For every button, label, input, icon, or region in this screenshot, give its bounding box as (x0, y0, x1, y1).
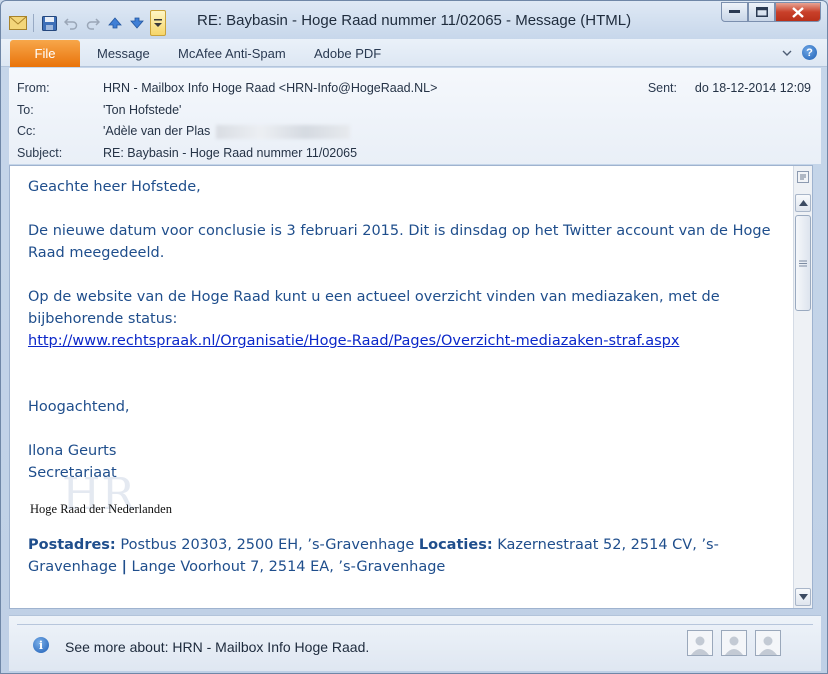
tab-mcafee-anti-spam[interactable]: McAfee Anti-Spam (178, 46, 286, 61)
to-label: To: (17, 103, 34, 117)
close-button[interactable] (775, 2, 821, 22)
save-icon[interactable] (40, 14, 58, 32)
redacted-email (216, 124, 351, 139)
people-avatars (687, 630, 781, 656)
logo-text: Hoge Raad der Nederlanden (30, 502, 172, 516)
close-icon (792, 6, 804, 18)
undo-icon[interactable] (62, 14, 80, 32)
redo-icon[interactable] (84, 14, 102, 32)
cc-value-wrap: 'Adèle van der Plas (103, 124, 351, 139)
scroll-thumb[interactable] (795, 215, 811, 311)
message-body-pane[interactable]: Geachte heer Hofstede, De nieuwe datum v… (9, 165, 813, 609)
locaties-label: Locaties: (418, 537, 493, 553)
next-item-icon[interactable] (128, 14, 146, 32)
subject-value: RE: Baybasin - Hoge Raad nummer 11/02065 (103, 146, 358, 160)
window-title: RE: Baybasin - Hoge Raad nummer 11/02065… (197, 12, 632, 29)
locaties-value-2: Lange Voorhout 7, 2514 EA, ’s-Gravenhage (126, 559, 446, 575)
message-header: From: HRN - Mailbox Info Hoge Raad <HRN-… (9, 68, 821, 164)
maximize-icon (755, 7, 768, 17)
outlook-message-window: RE: Baybasin - Hoge Raad nummer 11/02065… (0, 0, 828, 674)
quick-access-toolbar (9, 10, 166, 36)
envelope-icon[interactable] (9, 14, 27, 32)
window-controls (721, 2, 821, 22)
chevron-down-icon (154, 19, 162, 27)
cc-value[interactable]: 'Adèle van der Plas (103, 124, 210, 138)
closing: Hoogachtend, (28, 399, 130, 415)
ribbon-tabs: File Message McAfee Anti-Spam Adobe PDF … (1, 39, 827, 67)
info-icon[interactable]: i (33, 637, 49, 653)
ribbon-right-controls: ? (782, 45, 817, 60)
signature-name: Ilona Geurts (28, 443, 117, 459)
minimize-icon (729, 10, 740, 13)
people-pane-divider (17, 624, 813, 625)
avatar[interactable] (755, 630, 781, 656)
person-icon (691, 636, 709, 655)
sent-value: do 18-12-2014 12:09 (694, 81, 811, 95)
cc-label: Cc: (17, 124, 36, 138)
split-pane-icon[interactable] (795, 168, 811, 186)
people-pane: i See more about: HRN - Mailbox Info Hog… (9, 615, 821, 671)
to-value[interactable]: 'Ton Hofstede' (103, 103, 181, 117)
see-more-about-text[interactable]: See more about: HRN - Mailbox Info Hoge … (65, 639, 369, 655)
avatar[interactable] (687, 630, 713, 656)
scroll-up-button[interactable] (795, 194, 811, 212)
greeting: Geachte heer Hofstede, (28, 179, 201, 195)
tab-file[interactable]: File (10, 40, 80, 67)
tab-adobe-pdf[interactable]: Adobe PDF (314, 46, 381, 61)
arrow-down-icon (798, 594, 808, 600)
grip-icon (799, 260, 807, 266)
maximize-button[interactable] (748, 2, 775, 22)
mediazaken-link[interactable]: http://www.rechtspraak.nl/Organisatie/Ho… (28, 333, 679, 349)
vertical-scrollbar[interactable] (793, 166, 812, 608)
postadres-label: Postadres: (28, 537, 116, 553)
scroll-down-button[interactable] (795, 588, 811, 606)
arrow-up-icon (798, 200, 808, 206)
body-paragraph-1: De nieuwe datum voor conclusie is 3 febr… (28, 223, 771, 261)
message-body: Geachte heer Hofstede, De nieuwe datum v… (28, 176, 783, 578)
body-paragraph-2: Op de website van de Hoge Raad kunt u ee… (28, 289, 720, 327)
person-icon (759, 636, 777, 655)
previous-item-icon[interactable] (106, 14, 124, 32)
help-icon[interactable]: ? (802, 45, 817, 60)
person-icon (725, 636, 743, 655)
from-label: From: (17, 81, 50, 95)
expand-ribbon-icon[interactable] (782, 48, 792, 58)
subject-label: Subject: (17, 146, 63, 160)
tab-message[interactable]: Message (97, 46, 150, 61)
title-bar: RE: Baybasin - Hoge Raad nummer 11/02065… (1, 1, 827, 39)
toolbar-separator (33, 14, 34, 32)
signature-role: Secretariaat (28, 465, 117, 481)
postadres-value: Postbus 20303, 2500 EH, ’s-Gravenhage (115, 537, 419, 553)
hoge-raad-logo: HR Hoge Raad der Nederlanden (28, 473, 783, 534)
address-block: Postadres: Postbus 20303, 2500 EH, ’s-Gr… (28, 534, 783, 578)
sent-label: Sent: (647, 81, 677, 95)
minimize-button[interactable] (721, 2, 748, 22)
customize-toolbar-button[interactable] (150, 10, 166, 36)
from-value[interactable]: HRN - Mailbox Info Hoge Raad <HRN-Info@H… (103, 81, 437, 95)
avatar[interactable] (721, 630, 747, 656)
